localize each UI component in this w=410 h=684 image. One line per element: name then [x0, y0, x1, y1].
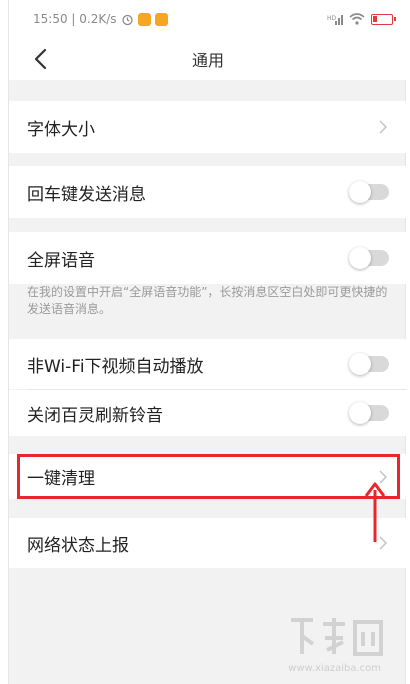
non-wifi-autoplay-toggle[interactable] [349, 353, 389, 375]
setting-label: 非Wi-Fi下视频自动播放 [27, 356, 204, 377]
pointer-arrow-icon [364, 482, 386, 542]
enter-send-toggle[interactable] [349, 181, 389, 203]
toggle-knob [349, 181, 371, 203]
fullscreen-voice-toggle[interactable] [349, 247, 389, 269]
setting-label: 关闭百灵刷新铃音 [27, 405, 163, 426]
navigation-bar: 通用 [9, 38, 407, 80]
battery-icon [371, 13, 396, 25]
close-refresh-ringtone-toggle[interactable] [349, 402, 389, 424]
back-arrow-icon[interactable] [29, 46, 55, 72]
highlight-box [17, 454, 400, 499]
setting-enter-send: 回车键发送消息 [9, 166, 407, 218]
toggle-knob [349, 353, 371, 375]
toggle-knob [349, 247, 371, 269]
signal-icon: HD [327, 15, 343, 25]
setting-label: 网络状态上报 [27, 535, 129, 556]
setting-font-size[interactable]: 字体大小 [9, 101, 407, 153]
chevron-right-icon [379, 120, 388, 134]
setting-non-wifi-autoplay: 非Wi-Fi下视频自动播放 [9, 339, 407, 389]
setting-fullscreen-voice: 全屏语音 [9, 232, 407, 284]
app-screen: 15:50 | 0.2K/s HD 通用 字体大小 回车键发送消息 全屏语音 在… [8, 0, 407, 684]
watermark-url: www.xiazaiba.com [288, 663, 381, 674]
notification-app-icon [137, 12, 151, 26]
setting-close-refresh-ringtone: 关闭百灵刷新铃音 [9, 390, 407, 436]
setting-label: 字体大小 [27, 119, 95, 140]
fullscreen-voice-hint: 在我的设置中开启“全屏语音功能”，长按消息区空白处即可更快捷的发送语音消息。 [27, 285, 388, 316]
setting-label: 回车键发送消息 [27, 184, 146, 205]
notification-app-icon-2 [154, 12, 168, 26]
status-time-speed: 15:50 | 0.2K/s [33, 12, 117, 26]
setting-label: 全屏语音 [27, 250, 95, 271]
toggle-knob [349, 402, 371, 424]
setting-network-report[interactable]: 网络状态上报 [9, 518, 407, 568]
page-title: 通用 [191, 51, 224, 70]
status-bar: 15:50 | 0.2K/s HD [9, 0, 407, 38]
svg-text:HD: HD [327, 15, 337, 22]
watermark-glyph-icon [291, 618, 383, 656]
watermark-logo: www.xiazaiba.com [287, 614, 387, 674]
alarm-icon [121, 14, 133, 25]
wifi-icon [349, 13, 365, 25]
